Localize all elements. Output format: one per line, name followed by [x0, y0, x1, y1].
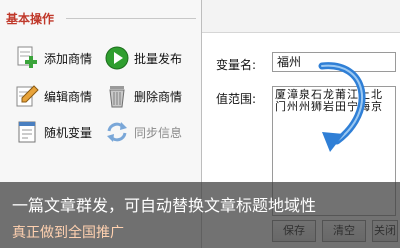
delete-listing-label: 删除商情 — [134, 89, 183, 104]
caption-subline: 真正做到全国推广 — [12, 225, 124, 241]
variable-name-label: 变量名: — [216, 58, 257, 72]
edit-pencil-icon — [14, 83, 40, 109]
sync-info-button[interactable]: 同步信息 — [104, 118, 182, 146]
panel-header: 基本操作 — [6, 12, 55, 26]
sync-info-label: 同步信息 — [134, 125, 183, 140]
batch-publish-label: 批量发布 — [134, 51, 183, 66]
add-plus-icon — [14, 45, 40, 71]
range-value: 厦门 — [275, 88, 286, 113]
delete-listing-button[interactable]: 删除商情 — [104, 82, 182, 110]
caption-headline: 一篇文章群发，可自动替换文章标题地域性 — [12, 196, 317, 215]
random-variable-label: 随机变量 — [44, 125, 93, 140]
document-icon — [14, 119, 40, 145]
header-divider — [66, 18, 196, 19]
add-listing-label: 添加商情 — [44, 51, 93, 66]
trash-icon — [104, 83, 130, 109]
sync-arrows-icon — [104, 119, 130, 145]
form-title-strip — [202, 0, 400, 33]
random-variable-button[interactable]: 随机变量 — [14, 118, 92, 146]
edit-listing-label: 编辑商情 — [44, 89, 93, 104]
add-listing-button[interactable]: 添加商情 — [14, 44, 92, 72]
curved-arrow-icon — [318, 62, 366, 152]
batch-publish-button[interactable]: 批量发布 — [104, 44, 182, 72]
play-arrow-icon — [104, 45, 130, 71]
value-range-label: 值范围: — [216, 92, 257, 106]
edit-listing-button[interactable]: 编辑商情 — [14, 82, 92, 110]
